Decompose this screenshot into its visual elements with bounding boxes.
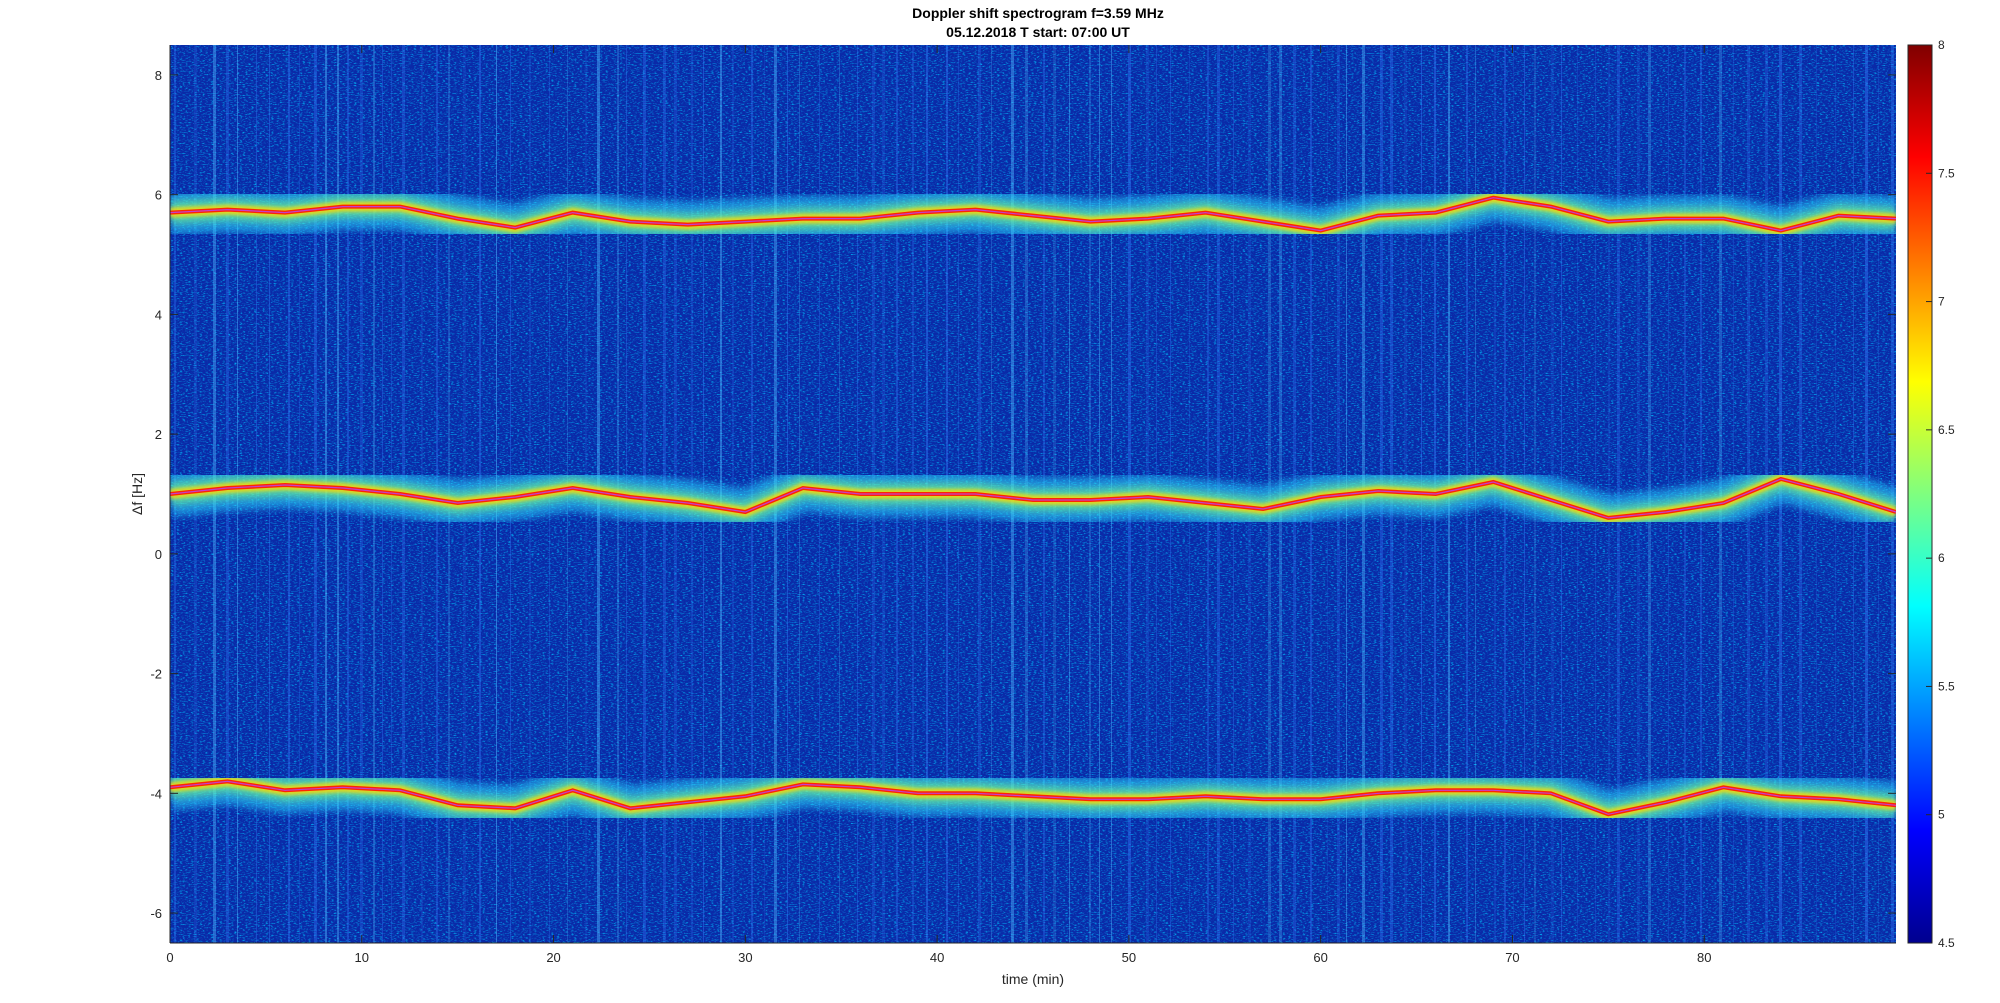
chart-title: Doppler shift spectrogram f=3.59 MHz	[912, 5, 1164, 21]
y-tick-label: 6	[155, 188, 162, 203]
chart-subtitle: 05.12.2018 T start: 07:00 UT	[946, 24, 1130, 40]
x-tick-label: 10	[355, 950, 369, 965]
colorbar-gradient	[1907, 44, 1933, 944]
y-axis-label: Δf [Hz]	[129, 473, 145, 515]
x-tick-label: 20	[546, 950, 560, 965]
y-tick-label: -4	[150, 786, 162, 801]
x-tick-label: 80	[1697, 950, 1711, 965]
y-tick-label: 4	[155, 307, 162, 322]
x-tick-label: 30	[738, 950, 752, 965]
band-0	[170, 174, 1896, 255]
x-tick-label: 40	[930, 950, 944, 965]
y-tick-label: 2	[155, 427, 162, 442]
y-tick-label: 0	[155, 547, 162, 562]
colorbar-tick-label: 5.5	[1938, 679, 1955, 693]
colorbar: 4.5 5 5.5 6 6.5 7 7.5 8	[1907, 38, 1955, 950]
x-tick-label: 50	[1122, 950, 1136, 965]
colorbar-tick-label: 5	[1938, 808, 1945, 822]
colorbar-tick-label: 7.5	[1938, 166, 1955, 180]
x-tick-label: 70	[1505, 950, 1519, 965]
x-tick-label: 60	[1313, 950, 1327, 965]
y-tick-label: -2	[150, 667, 162, 682]
y-tick-label: 8	[155, 68, 162, 83]
x-axis-label: time (min)	[1002, 971, 1064, 987]
colorbar-tick-label: 8	[1938, 38, 1945, 52]
band-2	[170, 758, 1896, 839]
plot-area	[170, 45, 1896, 943]
spectrogram-figure: Doppler shift spectrogram f=3.59 MHz 05.…	[129, 5, 1955, 987]
colorbar-tick-label: 7	[1938, 295, 1945, 309]
colorbar-tick-label: 4.5	[1938, 936, 1955, 950]
colorbar-tick-label: 6	[1938, 551, 1945, 565]
y-tick-label: -6	[150, 906, 162, 921]
colorbar-tick-label: 6.5	[1938, 423, 1955, 437]
x-tick-label: 0	[166, 950, 173, 965]
